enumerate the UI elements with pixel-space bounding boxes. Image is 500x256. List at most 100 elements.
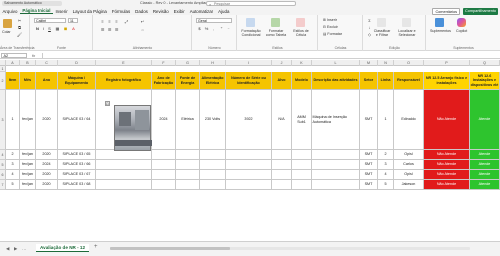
comments-button[interactable]: Comentários (432, 8, 460, 15)
tab-automatizar[interactable]: Automatizar (187, 9, 215, 14)
share-button[interactable]: Compartilhamento (462, 8, 498, 15)
cell-responsavel[interactable]: Jakeson (394, 180, 424, 190)
find-select-icon[interactable] (402, 18, 411, 27)
conditional-format-icon[interactable] (246, 18, 255, 27)
cell-descricao[interactable] (312, 150, 360, 160)
cell-responsavel[interactable]: Carlos (394, 160, 424, 170)
header-fonte[interactable]: Fonte de Energia (176, 72, 200, 90)
orientation-icon[interactable]: ⤢ (124, 19, 129, 24)
cell-setor[interactable]: SMT (360, 150, 378, 160)
cell-alimentacao[interactable] (200, 180, 226, 190)
cell-numero-serie[interactable] (226, 160, 272, 170)
cell-nr12-dispositivos-status[interactable]: Atende (470, 150, 500, 160)
cell-modelo[interactable]: AMM Sub1 (292, 90, 312, 150)
copy-icon[interactable]: ⧉ (17, 25, 22, 30)
addins-label[interactable]: Suplementos (430, 29, 451, 33)
cell-nr12-dispositivos-status[interactable]: Atende (470, 180, 500, 190)
col-header-g[interactable]: G (176, 60, 200, 66)
addins-icon[interactable] (435, 18, 444, 27)
cell-item[interactable]: 4 (6, 170, 20, 180)
font-size-select[interactable]: 11 (68, 18, 78, 23)
cell-ano[interactable]: 2020 (36, 90, 58, 150)
cell-maquina[interactable]: SIPLACE 03 / 68 (58, 180, 96, 190)
cell-ano-fab[interactable] (152, 160, 176, 170)
cell-descricao[interactable] (312, 180, 360, 190)
insert-cells-button[interactable]: ⊞ Inserir (323, 18, 337, 22)
cell-ano-fab[interactable] (152, 150, 176, 160)
cell-alvo[interactable] (272, 170, 292, 180)
col-header-n[interactable]: N (378, 60, 394, 66)
cell-fonte[interactable] (176, 150, 200, 160)
cut-icon[interactable]: ✂ (17, 18, 22, 23)
cell-alimentacao[interactable] (200, 150, 226, 160)
cell-alvo[interactable] (272, 150, 292, 160)
fill-color-icon[interactable]: ◼ (63, 26, 68, 31)
format-cells-button[interactable]: ▤ Formatar (323, 32, 342, 36)
cell-maquina[interactable]: SIPLACE 03 / 65 (58, 150, 96, 160)
header-ano-fab[interactable]: Ano de Fabricação (152, 72, 176, 90)
cell-linha[interactable]: 5 (378, 180, 394, 190)
cell-maquina[interactable]: SIPLACE 03 / 64 (58, 90, 96, 150)
col-header-f[interactable]: F (152, 60, 176, 66)
tab-layout[interactable]: Layout da Página (70, 9, 109, 14)
cell-setor[interactable]: SMT (360, 180, 378, 190)
underline-icon[interactable]: S (47, 26, 52, 31)
currency-icon[interactable]: $ (197, 26, 202, 31)
borders-icon[interactable]: ▦ (55, 26, 60, 31)
header-modelo[interactable]: Modelo (292, 72, 312, 90)
format-table-label[interactable]: Formatar como Tabela (265, 29, 287, 37)
align-top-icon[interactable]: ≡ (100, 19, 105, 24)
tab-inserir[interactable]: Inserir (53, 9, 70, 14)
header-nr12-dispositivos[interactable]: NR 12.6 Instalações e dispositivos elé (470, 72, 500, 90)
cell-nr12-arranjo-status[interactable]: Não Atende (424, 90, 470, 150)
format-table-icon[interactable] (271, 18, 280, 27)
copilot-icon[interactable] (457, 18, 466, 27)
align-left-icon[interactable]: ☰ (100, 27, 105, 32)
cell-modelo[interactable] (292, 180, 312, 190)
header-item[interactable]: Item (6, 72, 20, 90)
cell-alvo[interactable]: N/A (272, 90, 292, 150)
cell-descricao[interactable]: Máquina de Inserção Automática (312, 90, 360, 150)
cell-linha[interactable]: 1 (378, 90, 394, 150)
cell-styles-icon[interactable] (296, 18, 305, 27)
cell-numero-serie[interactable] (226, 150, 272, 160)
cell-ano[interactable]: 2020 (36, 150, 58, 160)
bold-icon[interactable]: N (35, 26, 40, 31)
cell-mes[interactable]: fev/jan (20, 170, 36, 180)
col-header-j[interactable]: J (272, 60, 292, 66)
cell-fonte[interactable] (176, 180, 200, 190)
cell-responsavel[interactable]: Opisl (394, 150, 424, 160)
cell-item[interactable]: 3 (6, 160, 20, 170)
col-header-e[interactable]: E (96, 60, 152, 66)
cell-ano[interactable]: 2020 (36, 180, 58, 190)
delete-cells-button[interactable]: ⊟ Excluir (323, 25, 338, 29)
header-numero-serie[interactable]: Número de Série ou Identificação (226, 72, 272, 90)
cell-numero-serie[interactable] (226, 170, 272, 180)
col-header-p[interactable]: P (424, 60, 470, 66)
tab-dados[interactable]: Dados (133, 9, 151, 14)
cell-nr12-arranjo-status[interactable]: Não Atende (424, 180, 470, 190)
cell-fonte[interactable] (176, 170, 200, 180)
cell-alimentacao[interactable]: 230 Volts (200, 90, 226, 150)
cell-item[interactable]: 5 (6, 180, 20, 190)
clear-icon[interactable]: ◇ (367, 32, 372, 37)
cell-mes[interactable]: fev/jan (20, 90, 36, 150)
cell-setor[interactable]: SMT (360, 90, 378, 150)
increase-decimal-icon[interactable]: ⁺ (219, 26, 224, 31)
more-sheets-icon[interactable]: … (22, 246, 26, 251)
search-input[interactable]: ⌕ Pesquisar (206, 0, 296, 7)
equipment-photo[interactable] (114, 105, 152, 151)
tab-revisao[interactable]: Revisão (150, 9, 171, 14)
cell-descricao[interactable] (312, 170, 360, 180)
paste-icon[interactable] (3, 19, 12, 28)
conditional-format-label[interactable]: Formatação Condicional (240, 29, 262, 37)
cell-fonte[interactable] (176, 160, 200, 170)
fx-icon[interactable]: fx (32, 53, 35, 58)
cell-nr12-dispositivos-status[interactable]: Atende (470, 90, 500, 150)
image-options-icon[interactable]: ⊡ (105, 101, 110, 106)
cell-setor[interactable]: SMT (360, 160, 378, 170)
col-header-m[interactable]: M (360, 60, 378, 66)
sort-filter-icon[interactable] (377, 18, 386, 27)
header-responsavel[interactable]: Responsável (394, 72, 424, 90)
cell-responsavel[interactable]: Opisl (394, 170, 424, 180)
